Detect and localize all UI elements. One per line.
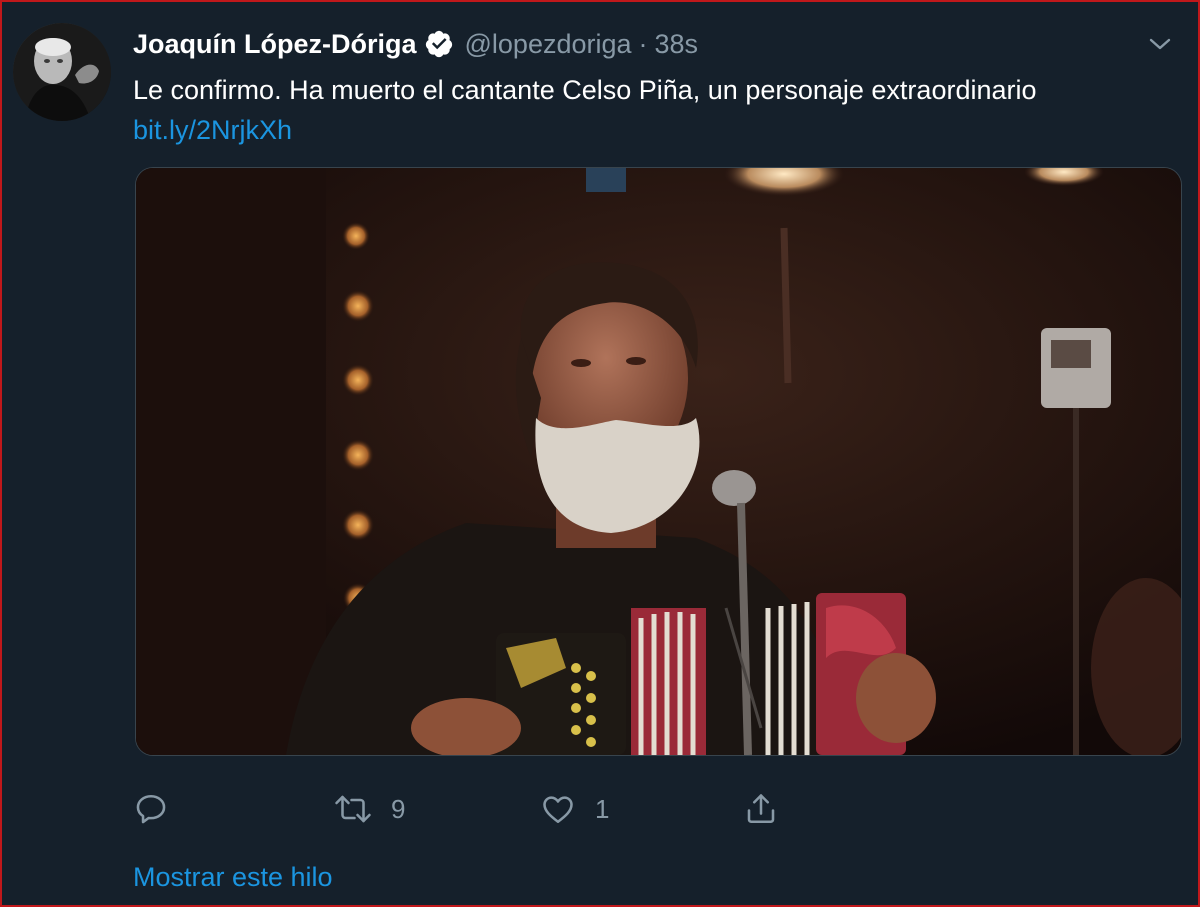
tweet-text: Le confirmo. Ha muerto el cantante Celso… [133,75,1037,105]
retweet-arrows-icon[interactable] [333,791,373,827]
author-handle[interactable]: @lopezdoriga [465,29,632,60]
like-button[interactable]: 1 [539,787,609,831]
verified-badge-icon [424,29,454,59]
speech-bubble-icon[interactable] [133,791,169,827]
chevron-down-icon[interactable] [1146,32,1174,56]
tweet-photo[interactable] [135,167,1182,756]
retweet-count: 9 [391,793,406,824]
heart-icon[interactable] [539,791,577,827]
share-button[interactable] [743,787,779,831]
author-display-name[interactable]: Joaquín López-Dóriga [133,29,417,60]
retweet-button[interactable]: 9 [333,787,405,831]
reply-button[interactable] [133,787,169,831]
tweet-header: Joaquín López-Dóriga @lopezdoriga · 38s [133,24,698,64]
tweet-timestamp[interactable]: 38s [655,29,699,60]
tweet-link[interactable]: bit.ly/2NrjkXh [133,110,292,150]
header-separator: · [638,28,648,59]
share-arrow-icon[interactable] [743,791,779,827]
author-avatar[interactable] [13,23,111,121]
show-thread-link[interactable]: Mostrar este hilo [133,857,333,897]
tweet-card[interactable]: Joaquín López-Dóriga @lopezdoriga · 38s … [0,0,1200,907]
like-count: 1 [595,793,610,824]
